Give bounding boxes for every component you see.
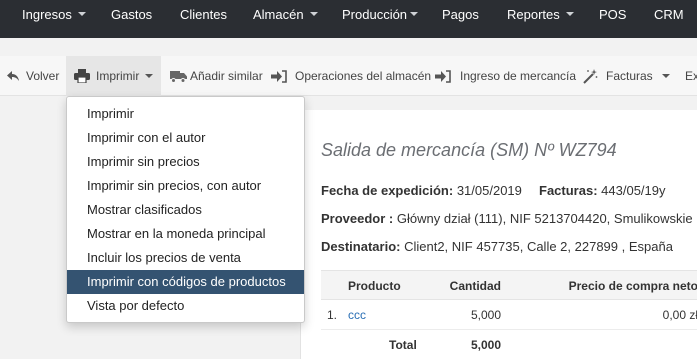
- nav-crm[interactable]: CRM: [654, 0, 684, 28]
- magic-wand-icon: [583, 68, 598, 84]
- invoices-field-value: 443/05/19y: [601, 183, 666, 198]
- chevron-down-icon: [309, 12, 318, 16]
- supplier-value: Główny dział (111), NIF 5213704420, Smul…: [396, 211, 693, 226]
- total-quantity: 5,000: [470, 338, 501, 352]
- chevron-down-icon: [661, 74, 670, 78]
- nav-label: Producción: [342, 6, 408, 22]
- row-price: 0,00 zł: [662, 308, 697, 322]
- recipient-line: Destinatario: Client2, NIF 457735, Calle…: [321, 239, 673, 254]
- issue-date-value: 31/05/2019: [456, 183, 522, 198]
- nav-label: Reportes: [507, 6, 560, 22]
- invoices-line: Facturas: 443/05/19y: [539, 183, 666, 198]
- print-label: Imprimir: [96, 69, 140, 83]
- document-panel: Salida de mercancía (SM) Nº WZ794 Fecha …: [300, 110, 697, 359]
- warehouse-operations-label: Operaciones del almacén: [295, 69, 432, 83]
- chevron-down-icon: [145, 74, 154, 78]
- nav-label: Ingresos: [22, 6, 72, 22]
- back-button[interactable]: Volver: [6, 56, 59, 96]
- table-header: Producto Cantidad Precio de compra neto: [321, 270, 697, 300]
- printer-icon: [74, 69, 90, 83]
- invoices-button[interactable]: Facturas: [583, 56, 670, 96]
- row-number: 1.: [327, 308, 338, 322]
- menu-item-print-without-prices[interactable]: Imprimir sin precios: [67, 150, 304, 174]
- product-link[interactable]: ccc: [348, 300, 366, 330]
- nav-label: Almacén: [253, 6, 304, 22]
- recipient-value: Client2, NIF 457735, Calle 2, 227899 , E…: [404, 239, 673, 254]
- invoices-label: Facturas: [606, 69, 653, 83]
- nav-almacen[interactable]: Almacén: [253, 0, 318, 28]
- menu-item-include-sale-prices[interactable]: Incluir los precios de venta: [67, 246, 304, 270]
- more-toolbar-button[interactable]: Ex: [685, 56, 697, 96]
- back-label: Volver: [26, 69, 60, 83]
- nav-label: POS: [599, 6, 627, 22]
- supplier-line: Proveedor : Główny dział (111), NIF 5213…: [321, 211, 693, 226]
- goods-in-button[interactable]: Ingreso de mercancía: [435, 56, 576, 96]
- table-row: 1. ccc 5,000 0,00 zł: [321, 300, 697, 330]
- menu-item-show-classified[interactable]: Mostrar clasificados: [67, 198, 304, 222]
- invoices-field-label: Facturas:: [539, 183, 598, 198]
- menu-item-print[interactable]: Imprimir: [67, 102, 304, 126]
- reply-arrow-icon: [6, 70, 20, 82]
- nav-label: CRM: [654, 6, 684, 22]
- table-total-row: Total 5,000: [321, 330, 697, 359]
- supplier-label: Proveedor :: [321, 211, 394, 226]
- menu-item-print-with-product-codes[interactable]: Imprimir con códigos de productos: [67, 270, 304, 294]
- print-button[interactable]: Imprimir: [66, 56, 161, 96]
- nav-produccion[interactable]: Producción: [342, 0, 419, 28]
- products-table: Producto Cantidad Precio de compra neto …: [321, 270, 697, 359]
- add-similar-label: Añadir similar: [190, 69, 263, 83]
- row-quantity: 5,000: [470, 308, 501, 322]
- print-dropdown-menu: Imprimir Imprimir con el autor Imprimir …: [66, 96, 305, 323]
- column-header-price: Precio de compra neto: [568, 279, 697, 293]
- issue-date-line: Fecha de expedición: 31/05/2019: [321, 183, 522, 198]
- total-label: Total: [389, 338, 417, 352]
- sign-in-icon: [435, 69, 451, 83]
- add-similar-button[interactable]: Añadir similar: [170, 56, 263, 96]
- chevron-down-icon: [410, 12, 419, 16]
- nav-pos[interactable]: POS: [599, 0, 626, 28]
- more-label: Ex: [685, 69, 697, 83]
- top-navigation: Ingresos Gastos Clientes Almacén Producc…: [0, 0, 697, 38]
- goods-in-label: Ingreso de mercancía: [460, 69, 577, 83]
- menu-item-print-without-prices-with-author[interactable]: Imprimir sin precios, con autor: [67, 174, 304, 198]
- nav-pagos[interactable]: Pagos: [442, 0, 479, 28]
- column-header-product: Producto: [348, 279, 401, 293]
- truck-icon: [170, 70, 187, 83]
- document-toolbar: Volver Imprimir Añadir similar Operacion…: [0, 56, 697, 96]
- menu-item-show-main-currency[interactable]: Mostrar en la moneda principal: [67, 222, 304, 246]
- nav-gastos[interactable]: Gastos: [111, 0, 152, 28]
- chevron-down-icon: [77, 12, 86, 16]
- document-title: Salida de mercancía (SM) Nº WZ794: [321, 140, 617, 160]
- nav-ingresos[interactable]: Ingresos: [22, 0, 86, 28]
- sign-in-icon: [271, 69, 287, 83]
- nav-label: Clientes: [180, 6, 227, 22]
- menu-item-print-with-author[interactable]: Imprimir con el autor: [67, 126, 304, 150]
- nav-label: Pagos: [442, 6, 479, 22]
- nav-label: Gastos: [111, 6, 153, 22]
- issue-date-label: Fecha de expedición:: [321, 183, 454, 198]
- nav-reportes[interactable]: Reportes: [507, 0, 574, 28]
- menu-item-default-view[interactable]: Vista por defecto: [67, 294, 304, 318]
- recipient-label: Destinatario:: [321, 239, 401, 254]
- nav-clientes[interactable]: Clientes: [180, 0, 227, 28]
- chevron-down-icon: [565, 12, 574, 16]
- column-header-quantity: Cantidad: [449, 279, 501, 293]
- warehouse-operations-button[interactable]: Operaciones del almacén: [271, 56, 431, 96]
